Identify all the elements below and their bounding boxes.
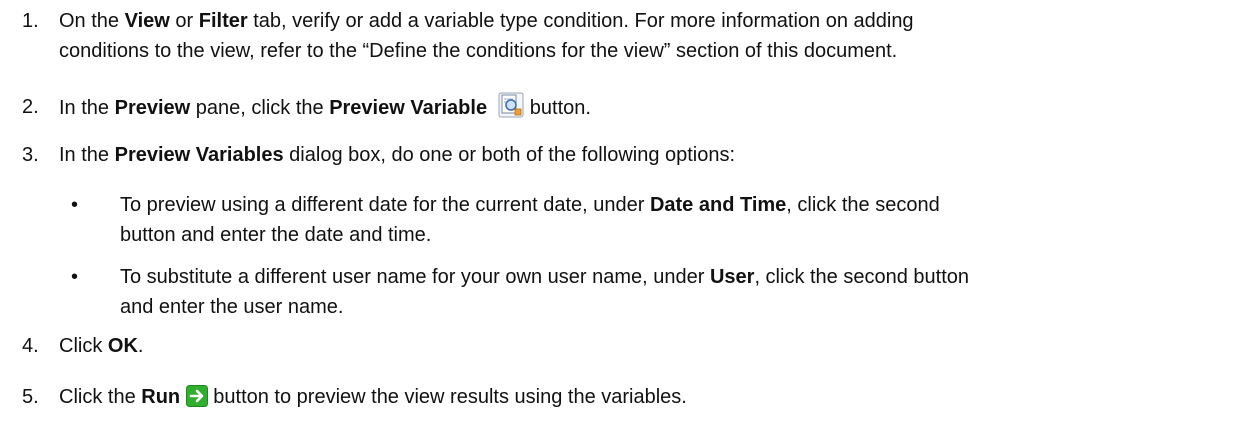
dialog-name-preview-variables: Preview Variables	[114, 144, 284, 166]
pane-name-preview: Preview	[114, 97, 191, 119]
button-name-preview-variable: Preview Variable	[329, 97, 488, 119]
section-name-user: User	[709, 266, 755, 288]
button-name-ok: OK	[107, 335, 138, 357]
preview-variable-icon	[498, 92, 524, 118]
tab-name-filter: Filter	[198, 10, 248, 32]
step-text: Click OK.	[59, 335, 144, 357]
bullet-text: To preview using a different date for th…	[120, 194, 940, 246]
instruction-document: 1. On the View or Filter tab, verify or …	[0, 0, 1255, 434]
step-text: In the Preview Variables dialog box, do …	[59, 144, 736, 166]
run-arrow-icon	[185, 385, 208, 407]
step-text: Click the Run button to preview the view…	[59, 385, 687, 408]
button-name-run: Run	[141, 386, 181, 408]
step-number: 1.	[22, 10, 39, 32]
step-number: 3.	[22, 144, 39, 166]
bullet-icon: •	[71, 266, 79, 288]
step-text: In the Preview pane, click the Preview V…	[59, 92, 1209, 123]
bullet-text: To substitute a different user name for …	[120, 266, 970, 318]
step-number: 4.	[22, 335, 39, 357]
section-name-date-and-time: Date and Time	[649, 194, 787, 216]
tab-name-view: View	[124, 10, 170, 32]
step-number: 5.	[22, 386, 39, 408]
step-text: On the View or Filter tab, verify or add…	[59, 10, 914, 62]
bullet-icon: •	[71, 194, 79, 216]
step-number: 2.	[22, 96, 39, 118]
